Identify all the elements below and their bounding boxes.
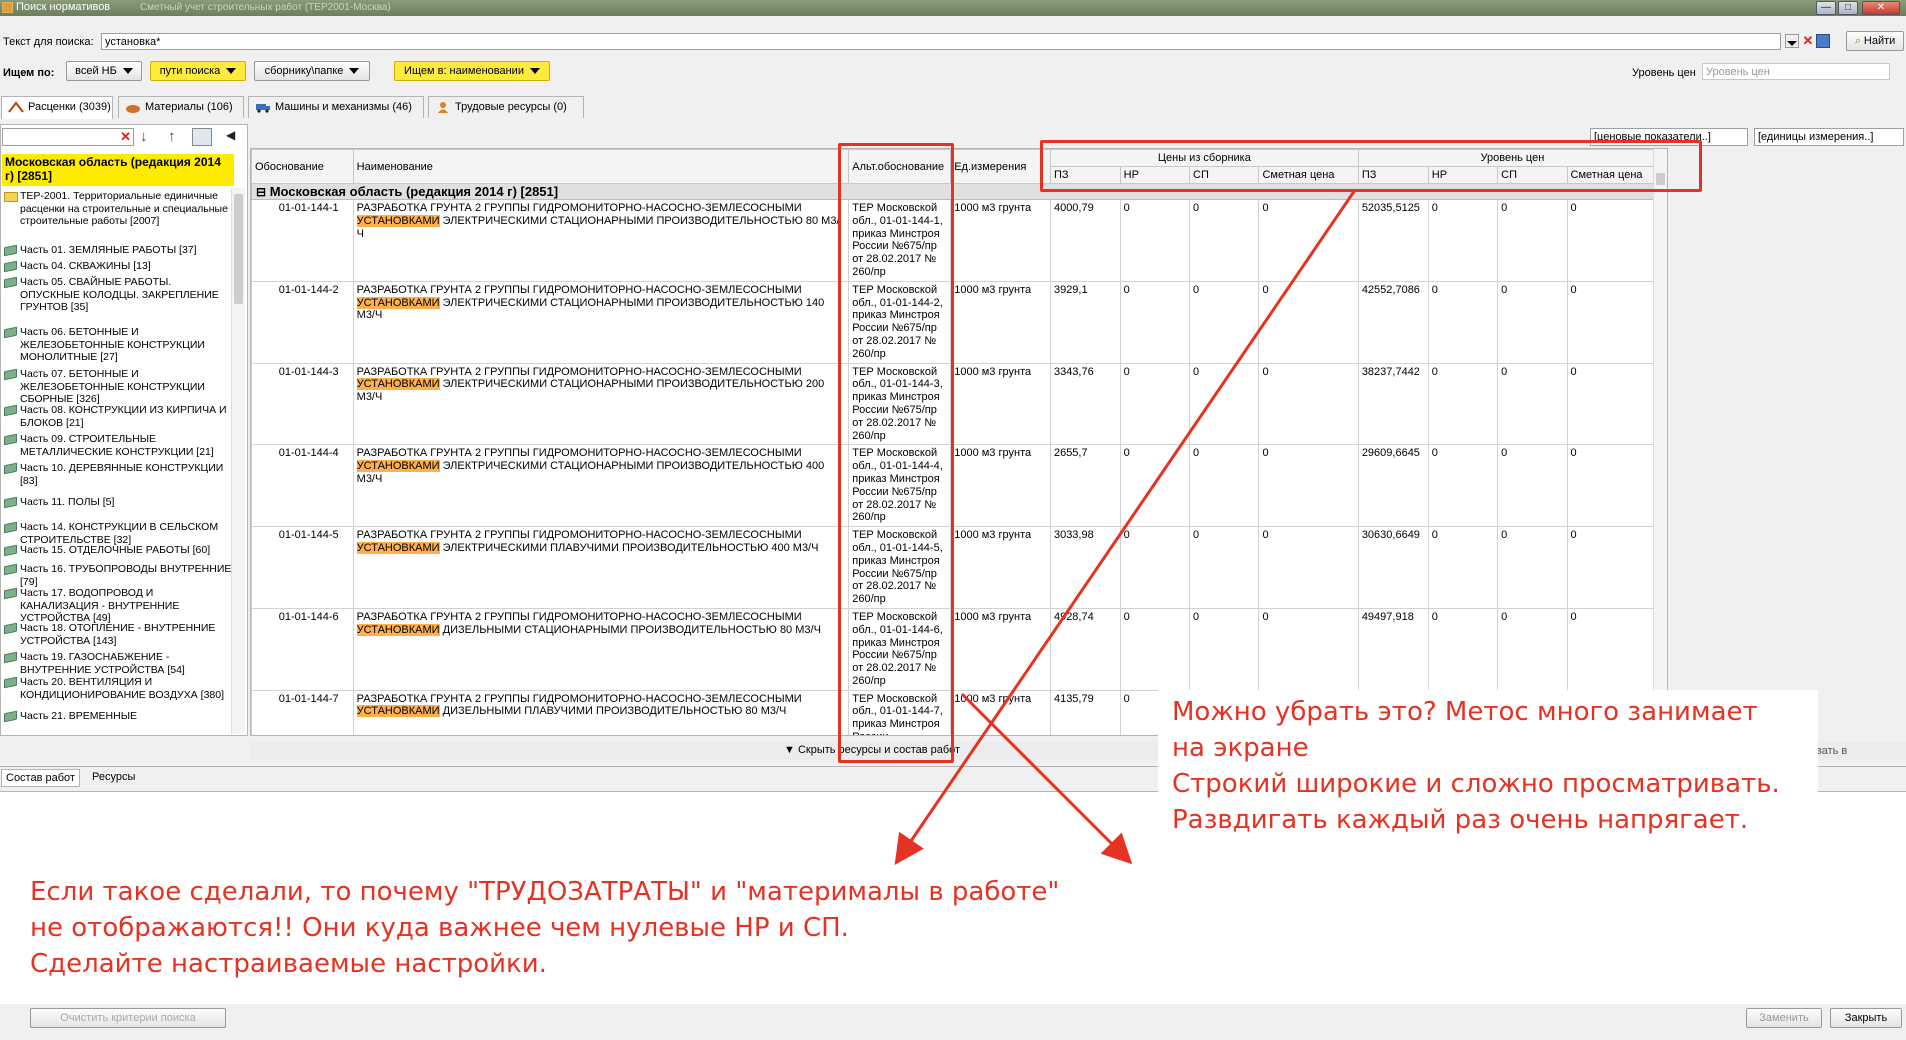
annotation-left-line: Сделайте настраиваемые настройки.	[30, 949, 547, 979]
annotation-right-line: Строкий широкие и сложно просматривать.	[1172, 769, 1780, 799]
annotation-right-line: Развдигать каждый раз очень напрягает.	[1172, 805, 1749, 835]
annotation-note-left: Если такое сделали, то почему "ТРУДОЗАТР…	[30, 874, 1059, 982]
annotation-left-line: Если такое сделали, то почему "ТРУДОЗАТР…	[30, 877, 1060, 907]
annotation-arrow-2	[960, 692, 1133, 865]
annotation-left-line: не отображаются!! Они куда важнее чем ну…	[30, 913, 849, 943]
annotation-right-line: Можно убрать это? Метос много занимает	[1172, 697, 1758, 727]
annotation-right-line: на экране	[1172, 733, 1309, 763]
annotation-note-right: Можно убрать это? Метос много занимает н…	[1172, 694, 1780, 838]
